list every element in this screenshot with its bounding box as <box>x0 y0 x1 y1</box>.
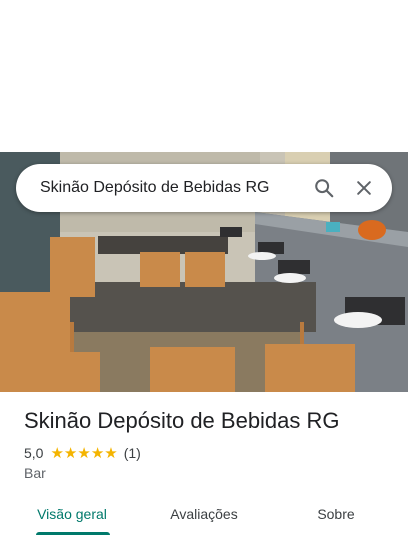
star-icon: ★ <box>63 444 78 462</box>
active-tab-indicator <box>36 532 110 535</box>
search-bar[interactable]: Skinão Depósito de Bebidas RG <box>16 164 392 212</box>
place-tabs: Visão geral Avaliações Sobre <box>0 497 408 537</box>
star-icon: ★ <box>50 444 64 462</box>
star-rating: ★ ★ ★ ★ ★ <box>50 446 117 461</box>
place-name: Skinão Depósito de Bebidas RG <box>24 408 340 433</box>
close-icon[interactable] <box>350 174 378 202</box>
star-icon: ★ <box>104 444 118 462</box>
blank-area <box>0 0 408 152</box>
place-category: Bar <box>24 465 46 481</box>
tab-reviews[interactable]: Avaliações <box>144 497 264 531</box>
star-icon: ★ <box>90 444 105 462</box>
tab-overview[interactable]: Visão geral <box>0 497 144 531</box>
rating-row[interactable]: 5,0 ★ ★ ★ ★ ★ (1) <box>24 444 141 462</box>
search-icon[interactable] <box>310 174 338 202</box>
tab-about[interactable]: Sobre <box>264 497 408 531</box>
star-icon: ★ <box>77 444 91 462</box>
rating-value: 5,0 <box>24 445 44 461</box>
search-input[interactable]: Skinão Depósito de Bebidas RG <box>40 179 310 197</box>
reviews-count[interactable]: (1) <box>124 445 141 461</box>
